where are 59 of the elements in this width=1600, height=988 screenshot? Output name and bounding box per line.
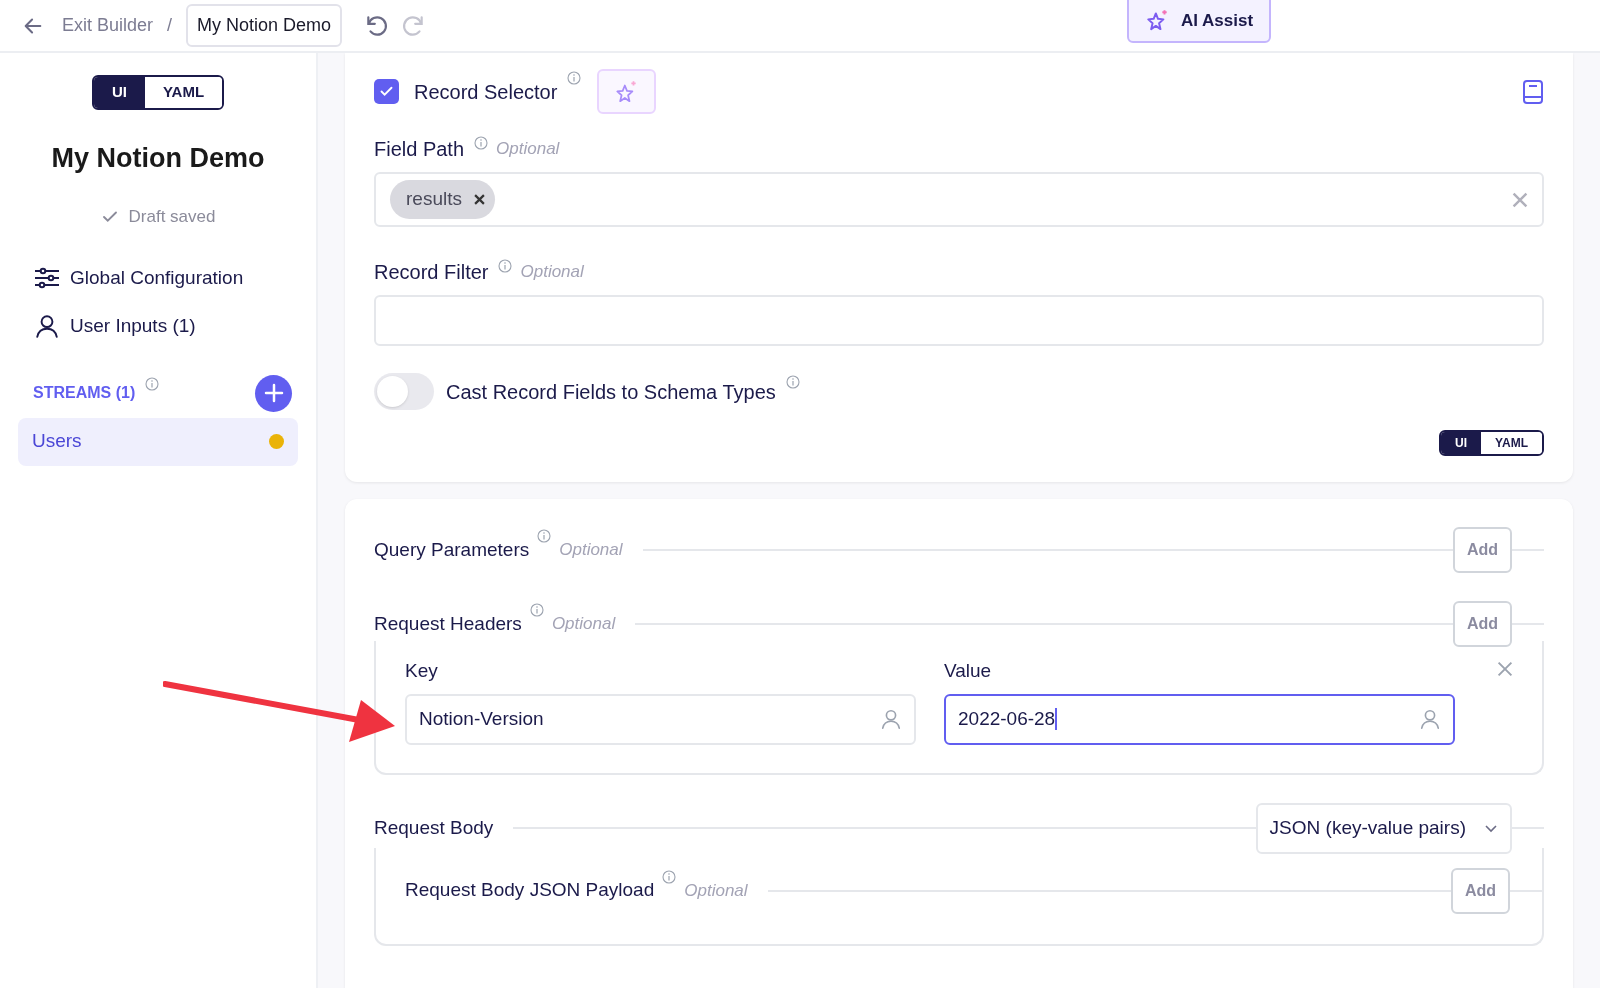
switch-knob bbox=[377, 376, 408, 407]
cast-label: Cast Record Fields to Schema Types bbox=[446, 379, 776, 405]
text-field[interactable]: 2022-06-28 bbox=[944, 693, 1455, 745]
info-icon bbox=[529, 603, 544, 617]
user-icon bbox=[34, 313, 60, 340]
field-label: Key bbox=[405, 659, 439, 683]
sliders-icon bbox=[34, 265, 60, 290]
section-label: Query Parameters bbox=[374, 537, 530, 562]
optional-hint: Optional bbox=[520, 261, 584, 284]
field-label: Record Filter bbox=[374, 260, 489, 285]
field-value: Notion-Version bbox=[419, 706, 544, 731]
checkbox[interactable] bbox=[374, 79, 399, 104]
stream-item[interactable]: Users bbox=[18, 417, 298, 466]
stream-name: Users bbox=[32, 429, 83, 454]
info-icon bbox=[785, 375, 800, 389]
field-label: Value bbox=[944, 659, 993, 683]
checkmark-icon bbox=[379, 84, 394, 99]
remove-row-icon[interactable] bbox=[1497, 661, 1513, 677]
info-icon bbox=[145, 376, 160, 391]
breadcrumb-separator: / bbox=[167, 14, 173, 37]
text-field[interactable]: Notion-Version bbox=[405, 693, 916, 745]
section-label: Request Body JSON Payload bbox=[405, 878, 655, 903]
view-tab[interactable]: UI bbox=[93, 77, 145, 108]
text-cursor bbox=[1055, 708, 1058, 730]
info-icon bbox=[537, 529, 552, 543]
view-tab[interactable]: UI bbox=[1441, 432, 1482, 454]
person-icon bbox=[880, 708, 902, 730]
field-label: Field Path bbox=[374, 137, 465, 162]
optional-hint: Optional bbox=[684, 879, 748, 902]
info-icon bbox=[474, 136, 489, 150]
book-icon[interactable] bbox=[1522, 78, 1544, 105]
nav-item[interactable]: User Inputs (1) bbox=[34, 312, 298, 341]
optional-hint: Optional bbox=[551, 613, 616, 636]
field-path-input[interactable]: results bbox=[374, 172, 1544, 227]
person-icon bbox=[1419, 708, 1441, 730]
record-selector-label: Record Selector bbox=[414, 79, 558, 105]
section-label: Request Headers bbox=[374, 611, 522, 636]
add-stream-button[interactable] bbox=[255, 374, 292, 412]
info-icon bbox=[498, 259, 513, 273]
section-label: Request Body bbox=[374, 815, 494, 840]
project-name-field[interactable]: My Notion Demo bbox=[186, 4, 343, 47]
nav-item[interactable]: Global Configuration bbox=[34, 263, 298, 292]
streams-heading: STREAMS (1) bbox=[33, 383, 136, 403]
remove-tag-icon[interactable] bbox=[473, 194, 485, 205]
ai-suggest-button[interactable] bbox=[597, 69, 657, 114]
info-icon bbox=[567, 71, 582, 85]
field-value: 2022-06-28 bbox=[958, 706, 1056, 731]
toggle-switch[interactable] bbox=[374, 373, 434, 410]
info-icon bbox=[662, 869, 677, 884]
ai-assist-button[interactable]: AI Assist bbox=[1127, 0, 1272, 43]
body-type-select[interactable]: JSON (key-value pairs) bbox=[1255, 802, 1512, 854]
optional-hint: Optional bbox=[496, 138, 560, 161]
sidebar-title: My Notion Demo bbox=[50, 141, 266, 175]
draft-status: Draft saved bbox=[128, 206, 216, 228]
optional-hint: Optional bbox=[559, 539, 623, 562]
tag-label: results bbox=[406, 187, 462, 212]
plus-icon bbox=[263, 383, 284, 403]
exit-builder-link[interactable]: Exit Builder bbox=[62, 12, 154, 39]
record-filter-input[interactable] bbox=[374, 295, 1544, 346]
